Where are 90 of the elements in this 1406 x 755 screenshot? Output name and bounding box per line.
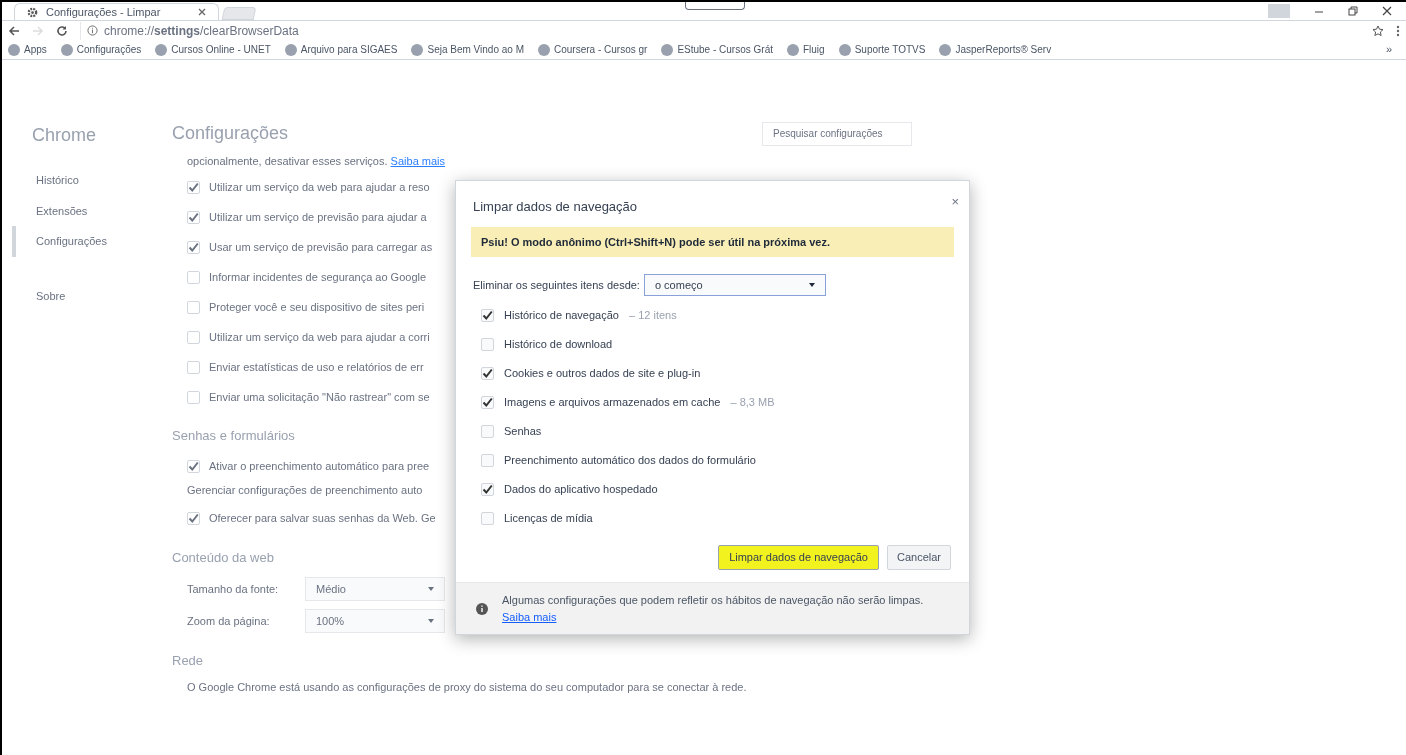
checkbox[interactable] bbox=[481, 396, 494, 409]
sidebar-item[interactable]: Histórico bbox=[12, 165, 172, 196]
setting-label: Enviar estatísticas de uso e relatórios de err bbox=[209, 359, 424, 375]
item-label: Histórico de navegação bbox=[504, 308, 619, 324]
sidebar-item[interactable]: Configurações bbox=[12, 226, 172, 257]
caret-icon bbox=[428, 587, 434, 591]
dialog-title: Limpar dados de navegação bbox=[473, 198, 638, 216]
bookmark-item[interactable]: EStube - Cursos Grát bbox=[661, 42, 773, 57]
item-label: Senhas bbox=[504, 424, 542, 440]
favicon-icon bbox=[284, 43, 297, 56]
search-field[interactable]: Pesquisar configurações bbox=[762, 121, 912, 146]
close-icon[interactable] bbox=[198, 8, 206, 16]
setting-label: Utilizar um serviço da web para ajudar a corri bbox=[209, 329, 430, 345]
range-label: Eliminar os seguintes itens desde: bbox=[473, 277, 640, 293]
item-label: Histórico de download bbox=[504, 337, 613, 353]
setting-label: Zoom da página: bbox=[187, 613, 271, 629]
sidebar-item[interactable]: Extensões bbox=[12, 195, 172, 226]
bookmarks-overflow-button[interactable]: » bbox=[1385, 41, 1392, 58]
clear-data-button[interactable]: Limpar dados de navegação bbox=[718, 545, 879, 570]
checkbox[interactable] bbox=[481, 367, 494, 380]
caret-icon bbox=[808, 283, 815, 287]
section-heading: Senhas e formulários bbox=[172, 427, 296, 445]
dropdown[interactable]: 100% bbox=[305, 609, 445, 633]
close-icon[interactable] bbox=[1382, 6, 1392, 16]
info-icon bbox=[476, 602, 488, 615]
description-text: O Google Chrome está usando as configurações de proxy do sistema do seu computador para se conectar à rede. bbox=[187, 679, 748, 695]
checkbox[interactable] bbox=[187, 512, 200, 525]
address-field[interactable]: chrome://settings/clearBrowserData bbox=[80, 21, 1360, 40]
description-text: opcionalmente, desativar esses serviços. Saiba mais bbox=[187, 154, 447, 169]
incognito-notice: Psiu! O modo anônimo (Ctrl+Shift+N) pode ser útil na próxima vez. bbox=[471, 226, 954, 257]
bookmark-item[interactable]: Fluig bbox=[786, 42, 825, 57]
setting-label: Proteger você e seu dispositivo de sites peri bbox=[209, 299, 425, 315]
favicon-icon bbox=[786, 43, 799, 56]
setting-label: Tamanho da fonte: bbox=[187, 581, 280, 597]
menu-icon[interactable] bbox=[1396, 24, 1400, 37]
back-icon[interactable] bbox=[8, 24, 20, 37]
item-label: Preenchimento automático dos dados do formulário bbox=[504, 453, 756, 469]
caret-icon bbox=[428, 619, 434, 623]
favicon-icon bbox=[661, 43, 674, 56]
star-icon[interactable] bbox=[1372, 24, 1384, 37]
gear-icon bbox=[27, 6, 38, 18]
favicon-icon bbox=[8, 43, 20, 56]
item-label: Dados do aplicativo hospedado bbox=[504, 482, 658, 498]
info-icon[interactable] bbox=[87, 25, 98, 36]
checkbox[interactable] bbox=[481, 309, 494, 322]
setting-label: Enviar uma solicitação "Não rastrear" com se bbox=[209, 389, 430, 405]
bookmark-item[interactable]: Suporte TOTVS bbox=[838, 42, 926, 57]
bookmark-item[interactable]: Configurações bbox=[60, 42, 142, 57]
favicon-icon bbox=[411, 43, 424, 56]
setting-label: Ativar o preenchimento automático para pree bbox=[209, 459, 430, 475]
page-title: Configurações bbox=[172, 122, 290, 145]
favicon-icon bbox=[155, 43, 168, 56]
checkbox[interactable] bbox=[481, 483, 494, 496]
bookmark-item[interactable]: JasperReports® Serv bbox=[939, 42, 1052, 57]
footer-text: Algumas configurações que podem refletir os hábitos de navegação não serão limpas. Saiba mais bbox=[502, 592, 925, 625]
favicon-icon bbox=[838, 43, 851, 56]
bookmark-item[interactable]: Coursera - Cursos gr bbox=[538, 42, 648, 57]
setting-label: Usar um serviço de previsão para carregar as bbox=[209, 239, 433, 255]
checkbox[interactable] bbox=[187, 460, 200, 473]
setting-label: Utilizar um serviço de previsão para ajudar a bbox=[209, 209, 427, 225]
favicon-icon bbox=[538, 43, 550, 56]
brand-title: Chrome bbox=[32, 124, 98, 147]
item-detail: – 12 itens bbox=[628, 308, 677, 324]
bookmark-item[interactable]: Cursos Online - UNET bbox=[155, 42, 271, 57]
item-detail: – 8,3 MB bbox=[730, 395, 775, 411]
restore-icon[interactable] bbox=[1348, 6, 1358, 16]
browser-tab[interactable]: Configurações - Limpar bbox=[14, 3, 219, 20]
reload-icon[interactable] bbox=[56, 24, 68, 37]
item-label: Cookies e outros dados de site e plug-in bbox=[504, 366, 701, 382]
bookmark-item[interactable]: Seja Bem Vindo ao M bbox=[411, 42, 524, 57]
cancel-button[interactable]: Cancelar bbox=[886, 545, 951, 570]
close-button[interactable]: × bbox=[951, 195, 959, 208]
sidebar-item[interactable]: Sobre bbox=[12, 280, 172, 311]
url-text: chrome://settings/clearBrowserData bbox=[104, 22, 299, 40]
setting-label: Oferecer para salvar suas senhas da Web. Ge bbox=[209, 511, 436, 527]
item-label: Licenças de mídia bbox=[504, 511, 593, 527]
section-heading: Conteúdo da web bbox=[172, 548, 275, 567]
bookmark-item[interactable]: Apps bbox=[8, 42, 47, 57]
learn-more-link[interactable]: Saiba mais bbox=[390, 155, 446, 167]
favicon-icon bbox=[939, 43, 952, 56]
tab-title: Configurações - Limpar bbox=[46, 4, 161, 20]
setting-label: Utilizar um serviço da web para ajudar a reso bbox=[209, 179, 430, 195]
learn-more-link[interactable]: Saiba mais bbox=[502, 610, 557, 623]
item-label: Imagens e arquivos armazenados em cache bbox=[504, 395, 721, 411]
bookmark-item[interactable]: Arquivo para SIGAES bbox=[284, 42, 398, 57]
time-range-dropdown[interactable]: o começo bbox=[643, 274, 826, 296]
favicon-icon bbox=[60, 43, 73, 56]
dropdown[interactable]: Médio bbox=[305, 577, 445, 601]
section-heading: Rede bbox=[172, 652, 205, 670]
setting-label: Informar incidentes de segurança ao Google bbox=[209, 269, 427, 285]
